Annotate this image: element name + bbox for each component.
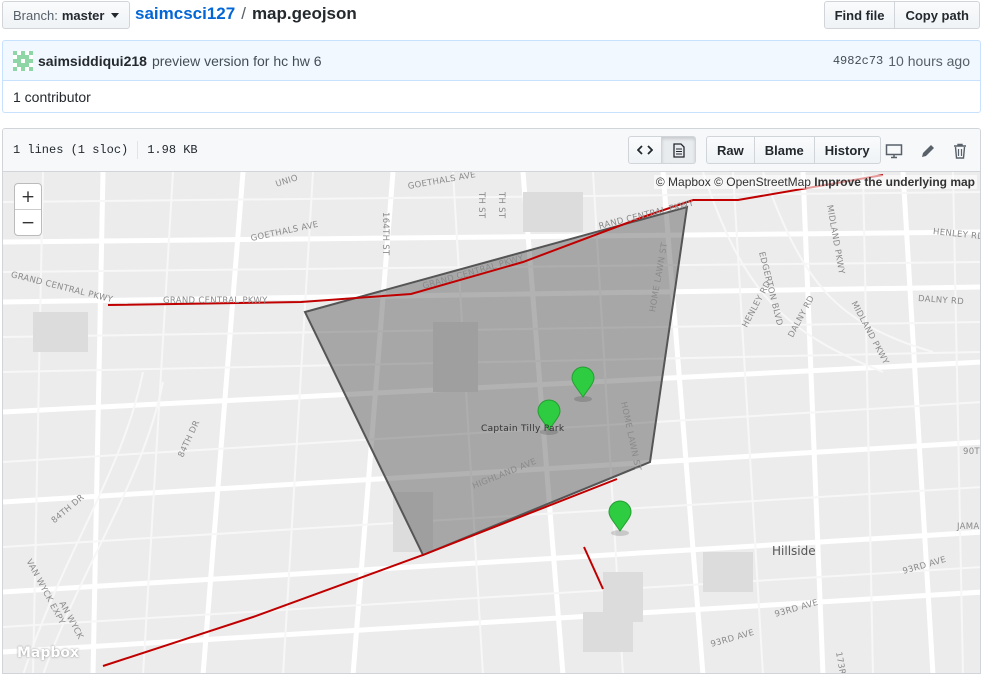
marker-3[interactable] bbox=[608, 500, 632, 536]
open-desktop-button[interactable] bbox=[884, 141, 904, 161]
breadcrumb-separator: / bbox=[241, 4, 246, 23]
repo-nav-bar: Branch: master saimcsci127 / map.geojson… bbox=[0, 0, 983, 34]
osm-attribution-link[interactable]: © OpenStreetMap bbox=[714, 175, 811, 189]
commit-meta: 4982c73 10 hours ago bbox=[833, 53, 970, 69]
trash-icon bbox=[954, 143, 966, 159]
street-label: TH ST bbox=[496, 192, 506, 219]
blame-button[interactable]: Blame bbox=[754, 136, 815, 164]
file-size-info: 1.98 KB bbox=[147, 143, 198, 157]
commit-author-link[interactable]: saimsiddiqui218 bbox=[38, 53, 147, 69]
commit-time: 10 hours ago bbox=[888, 52, 970, 69]
rendered-view-button[interactable] bbox=[662, 136, 696, 164]
breadcrumb: saimcsci127 / map.geojson bbox=[135, 4, 357, 24]
geojson-polygon[interactable] bbox=[303, 205, 689, 557]
breadcrumb-repo-link[interactable]: saimcsci127 bbox=[135, 4, 235, 24]
street-label: GRAND CENTRAL PKWY bbox=[163, 296, 268, 306]
branch-selector-button[interactable]: Branch: master bbox=[2, 1, 131, 29]
file-viewer: 1 lines (1 sloc) 1.98 KB Raw Blame Histo… bbox=[2, 128, 981, 674]
source-view-button[interactable] bbox=[628, 136, 662, 164]
street-label: 164TH ST bbox=[380, 212, 390, 256]
street-label: TH ST bbox=[476, 192, 486, 219]
improve-map-link[interactable]: Improve the underlying map bbox=[814, 175, 975, 189]
view-toggle-group bbox=[628, 136, 696, 164]
street-label: JAMA bbox=[957, 522, 980, 532]
street-label: 90TI bbox=[963, 447, 980, 457]
contributors-link[interactable]: 1 contributor bbox=[2, 81, 981, 113]
divider bbox=[137, 141, 139, 159]
commit-message-link[interactable]: preview version for hc hw 6 bbox=[152, 53, 322, 69]
blob-actions-group: Raw Blame History bbox=[706, 136, 881, 164]
edit-file-button[interactable] bbox=[918, 141, 938, 161]
file-actions-group: Find file Copy path bbox=[823, 1, 980, 29]
park-label: Captain Tilly Park bbox=[481, 424, 565, 434]
commit-sha-link[interactable]: 4982c73 bbox=[833, 54, 883, 68]
desktop-icon bbox=[885, 144, 903, 159]
find-file-button[interactable]: Find file bbox=[823, 1, 896, 29]
branch-name: master bbox=[61, 7, 105, 23]
geojson-map[interactable]: GOETHALS AVE GOETHALS AVE GRAND CENTRAL … bbox=[3, 172, 980, 673]
file-header: 1 lines (1 sloc) 1.98 KB Raw Blame Histo… bbox=[3, 129, 980, 172]
branch-label: Branch: bbox=[13, 7, 58, 23]
file-lines-info: 1 lines (1 sloc) bbox=[13, 143, 129, 157]
file-text-icon bbox=[672, 142, 685, 158]
zoom-in-button[interactable]: + bbox=[15, 184, 41, 210]
avatar[interactable] bbox=[13, 50, 33, 71]
breadcrumb-file-name: map.geojson bbox=[251, 4, 357, 23]
zoom-out-button[interactable]: − bbox=[15, 210, 41, 236]
zoom-control: + − bbox=[14, 183, 42, 236]
map-attribution: © Mapbox © OpenStreetMap Improve the und… bbox=[653, 175, 977, 189]
neighborhood-label: Hillside bbox=[772, 544, 816, 558]
delete-file-button[interactable] bbox=[950, 141, 970, 161]
copy-path-button[interactable]: Copy path bbox=[895, 1, 980, 29]
commit-tease: saimsiddiqui218 preview version for hc h… bbox=[2, 40, 981, 81]
mapbox-logo[interactable]: Mapbox bbox=[17, 645, 79, 661]
mapbox-attribution-link[interactable]: © Mapbox bbox=[656, 175, 711, 189]
raw-button[interactable]: Raw bbox=[706, 136, 755, 164]
history-button[interactable]: History bbox=[814, 136, 881, 164]
code-icon bbox=[637, 145, 653, 155]
pencil-icon bbox=[922, 145, 934, 157]
chevron-down-icon bbox=[111, 12, 120, 18]
contributors-text: 1 contributor bbox=[13, 88, 91, 105]
